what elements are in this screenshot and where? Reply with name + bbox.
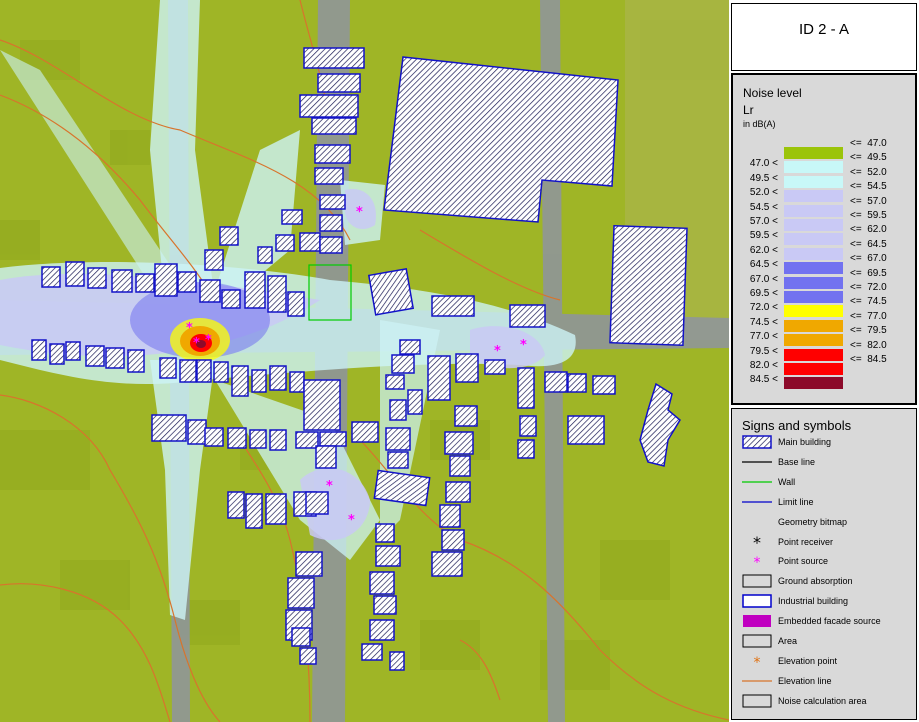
- legend-upper-bound: <= 72.0: [850, 282, 887, 293]
- magenta-asterisk-icon: *: [742, 554, 772, 571]
- legend-swatch: [784, 204, 843, 217]
- legend-lower-bound: 54.5 <: [749, 201, 778, 213]
- gray-box-icon: [742, 694, 772, 708]
- legend-metric: Lr: [743, 103, 754, 117]
- svg-text:*: *: [193, 336, 200, 351]
- legend-lower-bound: 67.0 <: [749, 273, 778, 285]
- sign-label: Main building: [778, 437, 832, 447]
- legend-upper-bound: <= 67.0: [850, 253, 887, 265]
- sign-label: Noise calculation area: [778, 695, 867, 706]
- legend-swatch: [784, 247, 843, 260]
- legend-lower-bound: 47.0 <: [749, 158, 778, 170]
- title-box: ID 2 - A: [731, 3, 917, 71]
- map-title: ID 2 - A: [798, 21, 850, 38]
- legend-swatch: [784, 161, 843, 174]
- signs-title: Signs and symbols: [742, 418, 852, 433]
- white-box-blue-border-icon: [742, 594, 772, 608]
- svg-text:*: *: [326, 479, 333, 494]
- legend-swatch: [784, 147, 843, 159]
- legend-lower-bound: 64.5 <: [749, 259, 778, 271]
- gray-box-icon: [742, 574, 772, 588]
- legend-lower-bound: 57.0 <: [749, 216, 778, 227]
- legend-swatch: [784, 319, 843, 332]
- legend-lower-bound: 59.5 <: [749, 230, 778, 242]
- legend-upper-bound: <= 49.5: [850, 152, 887, 164]
- svg-text:*: *: [205, 333, 212, 348]
- legend-upper-bound: <= 62.0: [850, 224, 887, 236]
- orange-asterisk-icon: *: [742, 654, 772, 671]
- legend-swatch: [784, 175, 843, 188]
- sign-label: Area: [778, 636, 798, 646]
- sign-label: Wall: [778, 476, 796, 487]
- sign-label: Embedded facade source: [778, 616, 881, 627]
- svg-text:*: *: [348, 513, 355, 528]
- legend-lower-bound: 69.5 <: [749, 288, 778, 299]
- legend-lower-bound: 84.5 <: [749, 374, 778, 386]
- svg-text:*: *: [754, 555, 761, 568]
- hatched-box-icon: [742, 435, 772, 449]
- warehouse-building: [609, 225, 688, 347]
- signs-and-symbols-legend: Signs and symbols Main building Base line…: [731, 408, 917, 720]
- legend-upper-bound: <= 57.0: [850, 195, 887, 207]
- legend-upper-bound: <= 64.5: [850, 238, 887, 250]
- legend-upper-bound: <= 84.5: [850, 354, 887, 365]
- legend-swatch: [784, 276, 843, 289]
- legend-swatch: [784, 348, 843, 361]
- legend-swatch: [784, 233, 843, 246]
- green-line-icon: [742, 475, 772, 489]
- svg-text:*: *: [520, 338, 527, 353]
- gray-box-icon: [742, 634, 772, 648]
- svg-text:*: *: [754, 655, 761, 668]
- legend-swatch: [784, 219, 843, 231]
- sign-label: Industrial building: [778, 596, 849, 607]
- legend-swatch: [784, 363, 843, 375]
- legend-swatch: [784, 305, 843, 318]
- sign-label: Point receiver: [778, 536, 834, 547]
- legend-swatch: [784, 190, 843, 203]
- noise-legend: Noise level Lr in dB(A) <= 47.0 47.0 < <= …: [731, 73, 917, 405]
- legend-lower-bound: 49.5 <: [749, 172, 778, 184]
- legend-swatch: [784, 262, 843, 275]
- legend-lower-bound: 79.5 <: [749, 345, 778, 357]
- legend-upper-bound: <= 69.5: [850, 267, 887, 279]
- legend-upper-bound: <= 74.5: [850, 296, 887, 308]
- sign-label: Elevation line: [778, 675, 832, 686]
- legend-upper-bound: <= 79.5: [850, 325, 887, 337]
- legend-lower-bound: 77.0 <: [749, 331, 778, 343]
- black-asterisk-icon: *: [742, 533, 772, 552]
- legend-unit: in dB(A): [743, 119, 776, 129]
- legend-swatch: [784, 334, 843, 347]
- legend-upper-bound: <= 52.0: [850, 166, 887, 178]
- legend-lower-bound: 74.5 <: [749, 316, 778, 328]
- svg-text:*: *: [494, 344, 501, 359]
- sign-label: Point source: [778, 556, 829, 567]
- orange-line-icon: [742, 674, 772, 688]
- legend-swatch: [784, 377, 843, 390]
- svg-text:*: *: [186, 321, 193, 336]
- sign-label: Base line: [778, 456, 816, 467]
- sign-label: Limit line: [778, 496, 814, 507]
- legend-swatch: [784, 291, 843, 303]
- legend-upper-bound: <= 77.0: [850, 310, 887, 322]
- legend-upper-bound: <= 54.5: [850, 181, 887, 193]
- none-icon: [742, 515, 772, 529]
- legend-lower-bound: 62.0 <: [749, 244, 778, 256]
- sign-label: Ground absorption: [778, 576, 853, 587]
- legend-title: Noise level: [743, 86, 802, 100]
- magenta-box-icon: [742, 614, 772, 628]
- legend-upper-bound: <= 47.0: [850, 138, 887, 149]
- legend-lower-bound: 72.0 <: [749, 302, 778, 314]
- svg-text:*: *: [356, 205, 363, 220]
- black-line-icon: [742, 455, 772, 469]
- legend-upper-bound: <= 82.0: [850, 339, 887, 351]
- legend-lower-bound: 82.0 <: [749, 360, 778, 371]
- sign-label: Elevation point: [778, 655, 838, 666]
- sign-label: Geometry bitmap: [778, 516, 848, 527]
- legend-lower-bound: 52.0 <: [749, 187, 778, 199]
- blue-line-icon: [742, 495, 772, 509]
- noise-map[interactable]: * * * * * * * *: [0, 0, 729, 722]
- svg-text:*: *: [753, 535, 761, 549]
- legend-upper-bound: <= 59.5: [850, 210, 887, 221]
